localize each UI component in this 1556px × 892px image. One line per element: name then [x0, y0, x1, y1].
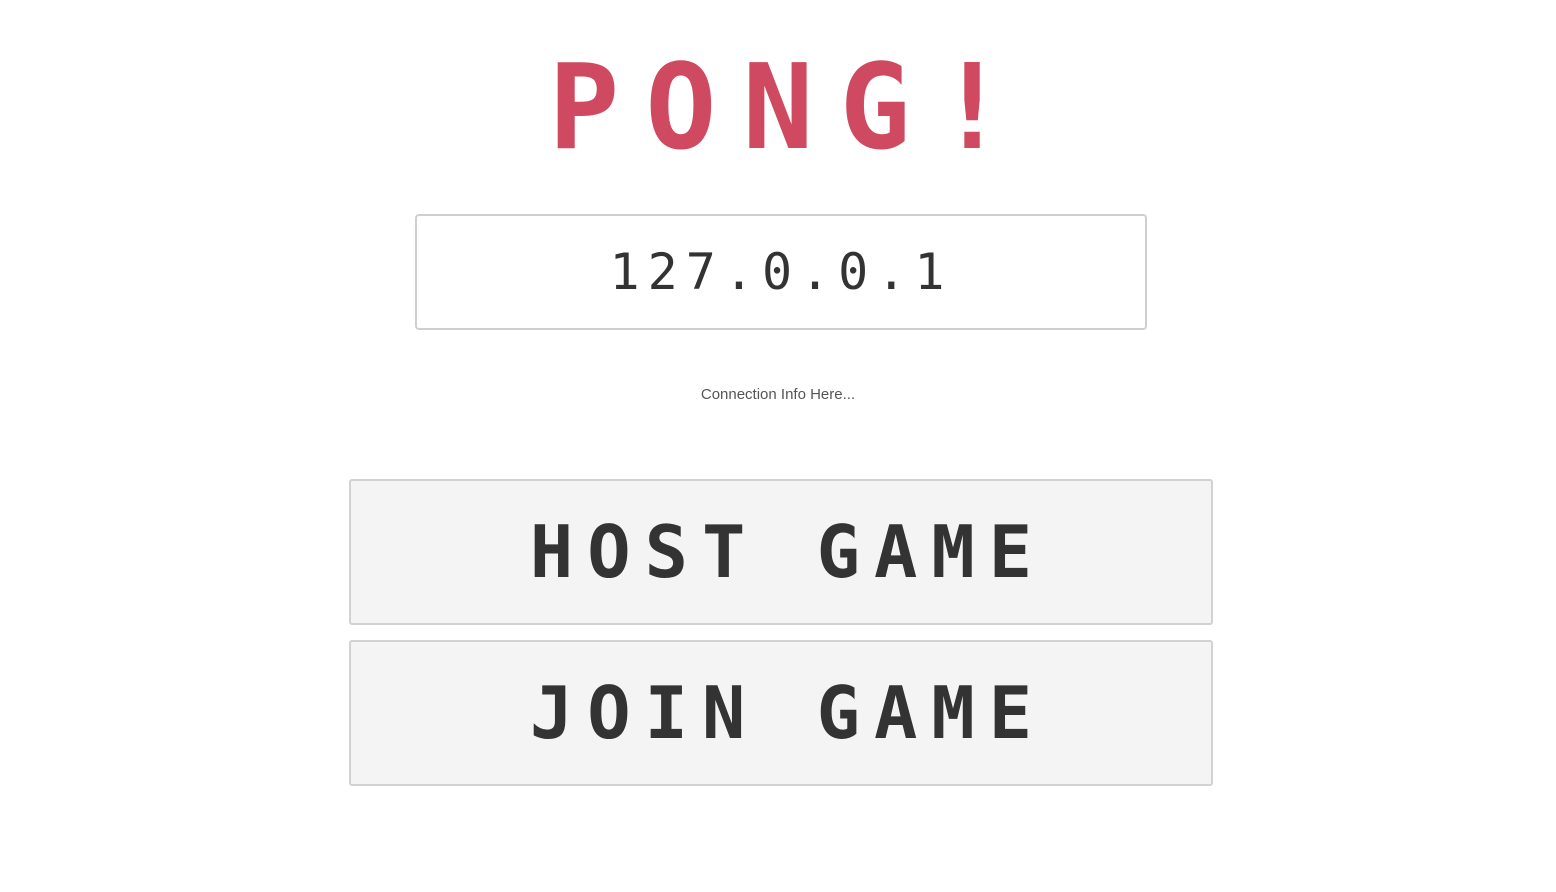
host-game-label: HOST GAME — [529, 510, 1047, 594]
host-game-button[interactable]: HOST GAME — [349, 479, 1213, 625]
game-title: PONG! — [548, 38, 1034, 176]
ip-address-field[interactable] — [415, 214, 1147, 330]
connection-info-text: Connection Info Here... — [700, 386, 856, 403]
join-game-label: JOIN GAME — [529, 671, 1047, 755]
ip-address-input[interactable] — [417, 216, 1145, 328]
join-game-button[interactable]: JOIN GAME — [349, 640, 1213, 786]
